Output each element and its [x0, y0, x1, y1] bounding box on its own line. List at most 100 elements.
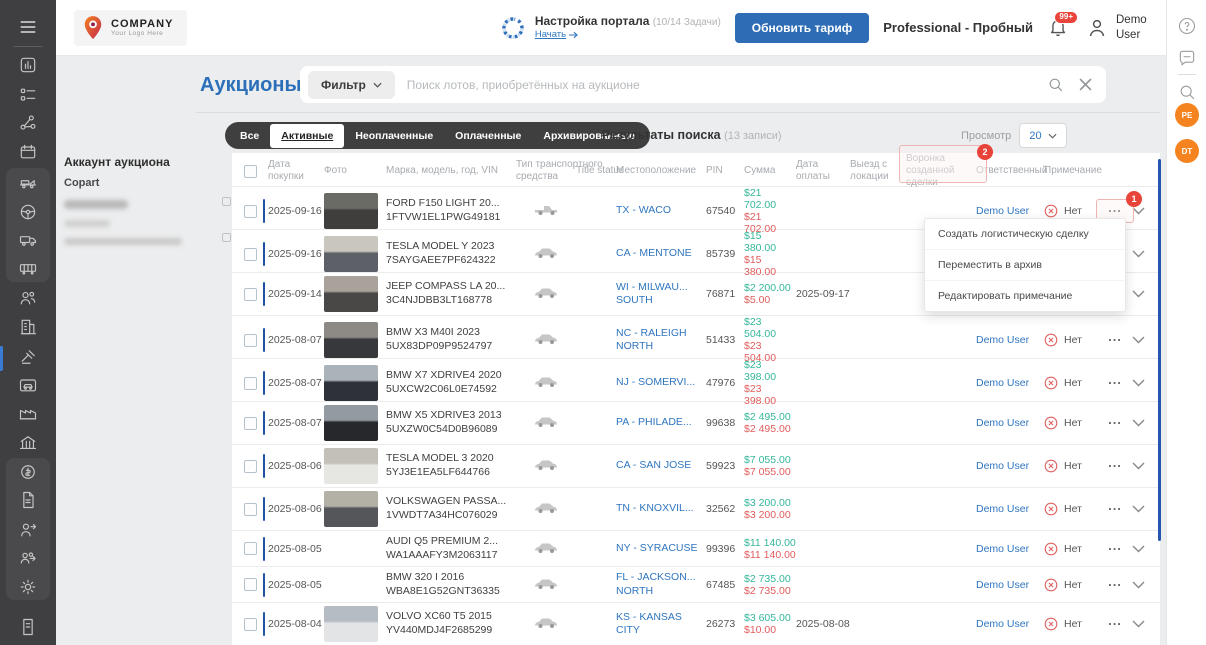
row-checkbox[interactable] [244, 503, 257, 516]
company-icon[interactable] [18, 317, 38, 337]
auction-gavel-icon[interactable] [18, 347, 38, 367]
truck-icon[interactable] [18, 230, 38, 250]
row-expand-button[interactable] [1132, 207, 1160, 215]
responsible-link[interactable]: Demo User [976, 334, 1044, 346]
row-checkbox[interactable] [244, 288, 257, 301]
row-actions-button[interactable]: ... 1 [1102, 576, 1128, 594]
location-link[interactable]: WI - MILWAU... SOUTH [616, 281, 706, 307]
menu-item-edit-note[interactable]: Редактировать примечание [925, 280, 1125, 311]
upgrade-plan-button[interactable]: Обновить тариф [735, 13, 869, 43]
row-checkbox[interactable] [244, 417, 257, 430]
user-menu[interactable]: Demo User [1085, 13, 1152, 42]
row-expand-button[interactable] [1132, 336, 1160, 344]
row-actions-button[interactable]: ... 1 [1102, 615, 1128, 633]
row-checkbox[interactable] [244, 618, 257, 631]
row-checkbox[interactable] [244, 578, 257, 591]
row-expand-button[interactable] [1132, 290, 1160, 298]
table-scrollbar[interactable] [1158, 159, 1161, 541]
location-link[interactable]: CA - SAN JOSE [616, 459, 706, 472]
row-actions-button[interactable]: ... 1 [1102, 457, 1128, 475]
bank-icon[interactable] [18, 433, 38, 453]
help-icon[interactable] [1177, 16, 1197, 36]
workspace-badge-pe[interactable]: PE [1175, 103, 1199, 127]
filter-button[interactable]: Фильтр [308, 71, 395, 99]
row-expand-button[interactable] [1132, 419, 1160, 427]
calendar-icon[interactable] [18, 142, 38, 162]
copy-icon[interactable] [222, 233, 231, 242]
row-expand-button[interactable] [1132, 250, 1160, 258]
row-expand-button[interactable] [1132, 545, 1160, 553]
row-checkbox[interactable] [244, 205, 257, 218]
row-actions-button[interactable]: ... 1 [1102, 414, 1128, 432]
row-expand-button[interactable] [1132, 581, 1160, 589]
select-all-checkbox[interactable] [244, 165, 257, 178]
page-size-select[interactable]: 20 [1019, 123, 1067, 148]
notifications-button[interactable]: 99+ [1047, 16, 1071, 40]
location-link[interactable]: NC - RALEIGH NORTH [616, 327, 706, 353]
location-link[interactable]: KS - KANSAS CITY [616, 611, 706, 637]
row-checkbox[interactable] [244, 377, 257, 390]
finance-settings-icon[interactable] [18, 577, 38, 597]
row-checkbox[interactable] [244, 248, 257, 261]
menu-item-create-logistics-deal[interactable]: Создать логистическую сделку [925, 219, 1125, 249]
row-actions-button[interactable]: ... 1 [1102, 500, 1128, 518]
responsible-link[interactable]: Demo User [976, 579, 1044, 591]
table-row: 2025-08-06 TESLA MODEL 3 2020 5YJ3E1EA5L… [232, 445, 1160, 488]
row-actions-button[interactable]: ... 1 [1102, 374, 1128, 392]
location-link[interactable]: NY - SYRACUSE [616, 542, 706, 555]
clients-icon[interactable] [18, 288, 38, 308]
location-link[interactable]: TX - WACO [616, 204, 706, 217]
responsible-link[interactable]: Demo User [976, 503, 1044, 515]
search-submit-icon[interactable] [1040, 70, 1070, 100]
workspace-badge-dt[interactable]: DT [1175, 139, 1199, 163]
container-icon[interactable] [18, 258, 38, 278]
documents-icon[interactable] [18, 490, 38, 510]
responsible-link[interactable]: Demo User [976, 543, 1044, 555]
row-checkbox[interactable] [244, 460, 257, 473]
location-link[interactable]: TN - KNOXVIL... [616, 502, 706, 515]
responsible-link[interactable]: Demo User [976, 417, 1044, 429]
search-icon[interactable] [1177, 82, 1197, 102]
title-divider [196, 112, 1160, 113]
row-actions-button[interactable]: ... 1 [1102, 540, 1128, 558]
search-input[interactable] [395, 78, 1040, 92]
team-icon[interactable] [18, 548, 38, 568]
tab-paid[interactable]: Оплаченные [444, 124, 532, 148]
clear-search-icon[interactable] [1070, 70, 1100, 100]
menu-icon[interactable] [18, 17, 38, 37]
location-link[interactable]: NJ - SOMERVI... [616, 376, 706, 389]
location-link[interactable]: PA - PHILADE... [616, 416, 706, 429]
row-expand-button[interactable] [1132, 620, 1160, 628]
report-icon[interactable] [18, 617, 38, 637]
assign-user-icon[interactable] [18, 520, 38, 540]
row-checkbox[interactable] [244, 334, 257, 347]
tab-all[interactable]: Все [229, 124, 270, 148]
dashboard-icon[interactable] [18, 55, 38, 75]
search-results-summary: Результаты поиска (13 записи) [602, 128, 782, 142]
warehouse-icon[interactable] [18, 403, 38, 423]
row-actions-button[interactable]: ... 1 [1102, 331, 1128, 349]
responsible-link[interactable]: Demo User [976, 460, 1044, 472]
responsible-link[interactable]: Demo User [976, 377, 1044, 389]
tab-unpaid[interactable]: Неоплаченные [344, 124, 444, 148]
network-icon[interactable] [18, 113, 38, 133]
tasks-icon[interactable] [18, 85, 38, 105]
responsible-link[interactable]: Demo User [976, 205, 1044, 217]
steering-wheel-icon[interactable] [18, 202, 38, 222]
tab-active[interactable]: Активные [270, 124, 344, 148]
car-carrier-icon[interactable] [18, 172, 38, 192]
car-stock-icon[interactable] [18, 375, 38, 395]
location-link[interactable]: CA - MENTONE [616, 247, 706, 260]
setup-start-link[interactable]: Начать [535, 29, 721, 41]
responsible-link[interactable]: Demo User [976, 618, 1044, 630]
row-expand-button[interactable] [1132, 505, 1160, 513]
row-checkbox[interactable] [244, 542, 257, 555]
chat-icon[interactable] [1177, 48, 1197, 68]
company-logo[interactable]: COMPANY Your Logo Here [74, 10, 187, 46]
menu-item-move-to-archive[interactable]: Переместить в архив [925, 249, 1125, 280]
copy-icon[interactable] [222, 197, 231, 206]
row-expand-button[interactable] [1132, 462, 1160, 470]
row-expand-button[interactable] [1132, 379, 1160, 387]
payments-icon[interactable] [18, 462, 38, 482]
location-link[interactable]: FL - JACKSON... NORTH [616, 571, 706, 597]
